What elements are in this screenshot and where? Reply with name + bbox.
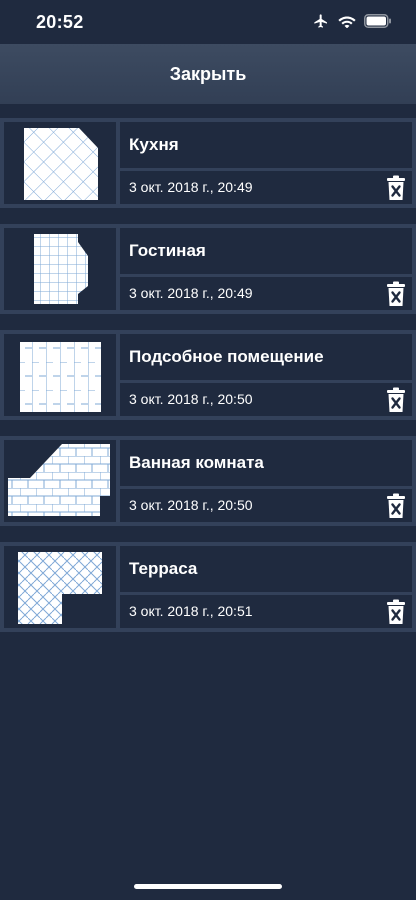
room-date: 3 окт. 2018 г., 20:49 <box>129 285 253 301</box>
room-row-terrace[interactable]: Терраса 3 окт. 2018 г., 20:51 <box>0 542 416 632</box>
trash-icon <box>387 281 405 306</box>
room-name: Кухня <box>129 135 179 154</box>
room-row-living-room[interactable]: Гостиная 3 окт. 2018 г., 20:49 <box>0 224 416 314</box>
delete-button[interactable] <box>386 599 406 625</box>
delete-button[interactable] <box>386 175 406 201</box>
room-row-bathroom[interactable]: Ванная комната 3 окт. 2018 г., 20:50 <box>0 436 416 526</box>
battery-icon <box>364 14 392 33</box>
header-bar: Закрыть <box>0 44 416 104</box>
room-thumbnail <box>4 122 116 204</box>
room-name-box: Подсобное помещение <box>120 334 412 380</box>
status-bar: 20:52 <box>0 0 416 44</box>
wifi-icon <box>338 14 356 33</box>
trash-icon <box>387 599 405 624</box>
room-name: Ванная комната <box>129 453 264 472</box>
delete-button[interactable] <box>386 281 406 307</box>
room-date: 3 окт. 2018 г., 20:49 <box>129 179 253 195</box>
room-date-box: 3 окт. 2018 г., 20:51 <box>120 595 412 628</box>
room-thumbnail <box>4 334 116 416</box>
room-name: Гостиная <box>129 241 206 260</box>
delete-button[interactable] <box>386 493 406 519</box>
room-thumbnail <box>4 440 116 522</box>
close-button[interactable]: Закрыть <box>154 56 263 93</box>
room-date-box: 3 окт. 2018 г., 20:50 <box>120 489 412 522</box>
room-name-box: Гостиная <box>120 228 412 274</box>
status-time: 20:52 <box>36 12 84 32</box>
airplane-icon <box>312 13 330 34</box>
room-date-box: 3 окт. 2018 г., 20:49 <box>120 277 412 310</box>
room-date-box: 3 окт. 2018 г., 20:50 <box>120 383 412 416</box>
room-row-utility-room[interactable]: Подсобное помещение 3 окт. 2018 г., 20:5… <box>0 330 416 420</box>
room-date: 3 окт. 2018 г., 20:50 <box>129 497 253 513</box>
room-name: Подсобное помещение <box>129 347 324 366</box>
home-indicator[interactable] <box>134 884 282 889</box>
room-thumbnail <box>4 228 116 310</box>
room-date: 3 окт. 2018 г., 20:50 <box>129 391 253 407</box>
room-name-box: Кухня <box>120 122 412 168</box>
trash-icon <box>387 175 405 200</box>
trash-icon <box>387 493 405 518</box>
room-name-box: Терраса <box>120 546 412 592</box>
delete-button[interactable] <box>386 387 406 413</box>
room-date: 3 окт. 2018 г., 20:51 <box>129 603 253 619</box>
room-thumbnail <box>4 546 116 628</box>
room-name: Терраса <box>129 559 198 578</box>
room-date-box: 3 окт. 2018 г., 20:49 <box>120 171 412 204</box>
status-icons <box>312 13 392 34</box>
room-row-kitchen[interactable]: Кухня 3 окт. 2018 г., 20:49 <box>0 118 416 208</box>
room-name-box: Ванная комната <box>120 440 412 486</box>
trash-icon <box>387 387 405 412</box>
